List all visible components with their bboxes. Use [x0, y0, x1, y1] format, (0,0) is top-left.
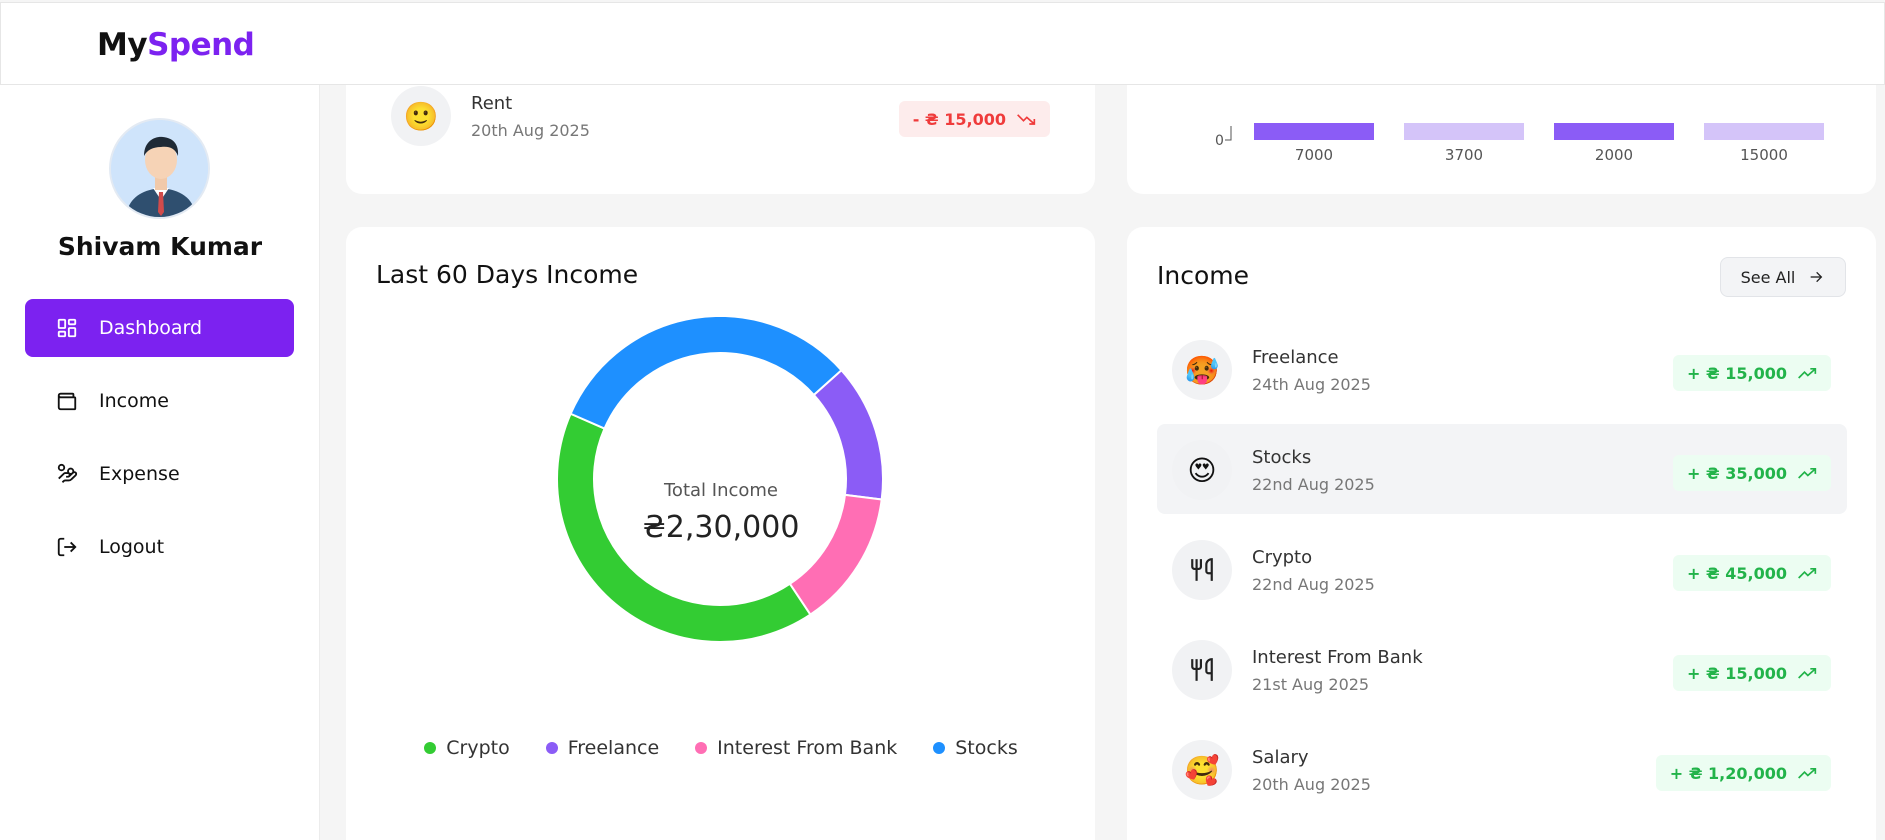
transaction-name: Crypto — [1252, 547, 1313, 568]
legend-dot — [424, 742, 437, 754]
transaction-amount-badge: + ₴ 15,000 — [1672, 655, 1831, 691]
transaction-name: Salary — [1252, 747, 1309, 768]
sidebar-item-label: Logout — [99, 536, 165, 558]
sidebar-item-label: Income — [99, 390, 169, 412]
emoji-icon: 😍 — [1172, 440, 1232, 500]
legend-label: Freelance — [567, 737, 660, 759]
card-title: Last 60 Days Income — [376, 260, 639, 289]
bar[interactable] — [1254, 123, 1374, 140]
wallet-icon — [55, 389, 79, 413]
sidebar: Shivam Kumar Dashboard Income Expense Lo… — [0, 85, 320, 840]
emoji-glyph: 🥰 — [1184, 753, 1220, 787]
transaction-name: Interest From Bank — [1252, 647, 1423, 668]
utensils-icon — [1172, 640, 1232, 700]
bar[interactable] — [1554, 123, 1674, 140]
donut-center-label: Total Income — [664, 480, 778, 501]
income-donut-card: Last 60 Days Income Total Income ₴2,30,0… — [346, 227, 1095, 840]
logo-text-spend: Spend — [147, 27, 255, 63]
transaction-amount-badge: + ₴ 35,000 — [1672, 455, 1831, 491]
y-tick-label: 0 — [1215, 133, 1224, 149]
emoji-icon: 🥵 — [1172, 340, 1232, 400]
list-item[interactable]: Crypto 22nd Aug 2025 + ₴ 45,000 — [1157, 524, 1847, 614]
donut-slice-stocks[interactable] — [569, 317, 843, 430]
transaction-date: 20th Aug 2025 — [471, 121, 590, 140]
arrow-right-icon — [1811, 271, 1823, 283]
trending-up-icon — [1798, 568, 1817, 579]
see-all-button[interactable]: See All — [1720, 257, 1846, 297]
transaction-amount: - ₴ 15,000 — [912, 109, 1006, 129]
transaction-name: Stocks — [1252, 447, 1312, 468]
legend-item: Freelance — [545, 737, 660, 759]
emoji-glyph: 🙂 — [403, 99, 439, 133]
sidebar-item-label: Expense — [99, 463, 180, 485]
emoji-glyph: 🥵 — [1184, 353, 1220, 387]
emoji-icon: 🥰 — [1172, 740, 1232, 800]
trending-up-icon — [1798, 368, 1817, 379]
list-item[interactable]: 😍 Stocks 22nd Aug 2025 + ₴ 35,000 — [1157, 424, 1847, 514]
transaction-date: 22nd Aug 2025 — [1252, 575, 1375, 594]
sidebar-item-income[interactable]: Income — [25, 372, 294, 430]
legend-dot — [933, 742, 946, 754]
legend-label: Crypto — [446, 737, 510, 759]
hand-coins-icon — [55, 462, 79, 486]
utensils-icon — [1172, 540, 1232, 600]
card-title: Income — [1157, 261, 1249, 290]
transaction-name: Rent — [471, 93, 513, 114]
transaction-amount: + ₴ 35,000 — [1686, 463, 1787, 483]
transaction-amount-badge: + ₴ 1,20,000 — [1655, 755, 1831, 791]
user-avatar — [109, 118, 210, 219]
bar-chart: 0 7000 3700 2000 15000 — [1215, 123, 1824, 164]
income-list-card: Income See All 🥵 Freelance 24th Aug 2025… — [1127, 227, 1876, 840]
transaction-date: 24th Aug 2025 — [1252, 375, 1371, 394]
x-tick-label: 3700 — [1445, 146, 1483, 164]
donut-center-value: ₴2,30,000 — [642, 510, 800, 545]
logo-text-my: My — [97, 27, 148, 63]
y-axis-line — [1225, 126, 1232, 141]
dashboard-grid-icon — [55, 316, 79, 340]
trending-up-icon — [1798, 768, 1817, 779]
trending-down-icon — [1017, 114, 1036, 125]
transaction-date: 20th Aug 2025 — [1252, 775, 1371, 794]
list-item[interactable]: 🥰 Salary 20th Aug 2025 + ₴ 1,20,000 — [1157, 724, 1847, 814]
sidebar-item-label: Dashboard — [99, 317, 203, 339]
sidebar-item-logout[interactable]: Logout — [25, 518, 294, 576]
legend-dot — [695, 742, 708, 754]
x-tick-label: 7000 — [1295, 146, 1333, 164]
transaction-date: 21st Aug 2025 — [1252, 675, 1370, 694]
legend-label: Stocks — [955, 737, 1018, 759]
transaction-amount: + ₴ 15,000 — [1686, 663, 1787, 683]
transaction-amount-badge: - ₴ 15,000 — [898, 101, 1050, 137]
emoji-glyph: 😍 — [1187, 453, 1217, 487]
top-navbar: MySpend — [0, 2, 1885, 85]
legend-label: Interest From Bank — [717, 737, 898, 759]
trending-up-icon — [1798, 468, 1817, 479]
transaction-amount-badge: + ₴ 15,000 — [1672, 355, 1831, 391]
emoji-icon: 🙂 — [391, 86, 451, 146]
logout-icon — [55, 535, 79, 559]
x-tick-label: 15000 — [1740, 146, 1788, 164]
user-name: Shivam Kumar — [57, 232, 263, 261]
x-tick-label: 2000 — [1595, 146, 1633, 164]
transaction-date: 22nd Aug 2025 — [1252, 475, 1375, 494]
list-item[interactable]: 🥵 Freelance 24th Aug 2025 + ₴ 15,000 — [1157, 324, 1847, 414]
bar[interactable] — [1404, 123, 1524, 140]
list-item[interactable]: Interest From Bank 21st Aug 2025 + ₴ 15,… — [1157, 624, 1847, 714]
transaction-amount: + ₴ 15,000 — [1686, 363, 1787, 383]
sidebar-item-dashboard[interactable]: Dashboard — [25, 299, 294, 357]
sidebar-item-expense[interactable]: Expense — [25, 445, 294, 503]
chart-legend: Crypto Freelance Interest From Bank Stoc… — [346, 737, 1096, 759]
legend-item: Interest From Bank — [695, 737, 897, 759]
bar[interactable] — [1704, 123, 1824, 140]
transaction-name: Freelance — [1252, 347, 1339, 368]
transaction-amount: + ₴ 1,20,000 — [1669, 763, 1787, 783]
transaction-amount-badge: + ₴ 45,000 — [1672, 555, 1831, 591]
transaction-amount: + ₴ 45,000 — [1686, 563, 1787, 583]
user-avatar-illustration — [111, 120, 208, 217]
legend-item: Crypto — [424, 737, 510, 759]
trending-up-icon — [1798, 668, 1817, 679]
app-logo[interactable]: MySpend — [97, 27, 255, 63]
legend-dot — [545, 742, 558, 754]
legend-item: Stocks — [933, 737, 1018, 759]
see-all-label: See All — [1740, 267, 1796, 287]
